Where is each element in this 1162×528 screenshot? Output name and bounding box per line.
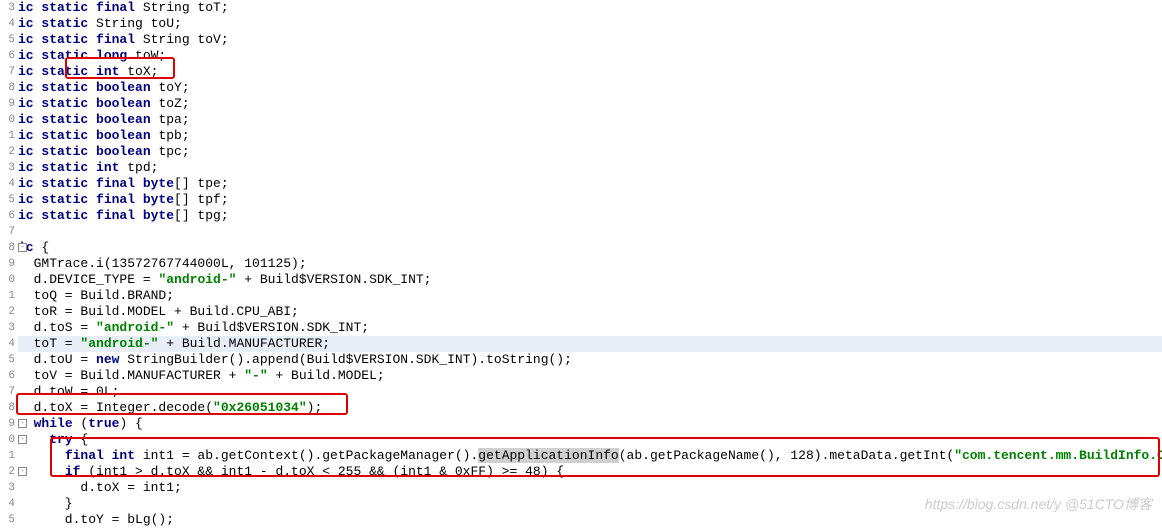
code-line[interactable]: d.toS = "android-" + Build$VERSION.SDK_I… bbox=[18, 320, 1162, 336]
line-gutter: 3456789012345678-90123456789-0-12-345 bbox=[0, 0, 18, 528]
code-line[interactable]: ic static long toW; bbox=[18, 48, 1162, 64]
code-line[interactable]: toV = Build.MANUFACTURER + "-" + Build.M… bbox=[18, 368, 1162, 384]
line-number: 4 bbox=[0, 496, 15, 512]
fold-toggle[interactable]: - bbox=[18, 419, 27, 428]
line-number: 9 bbox=[0, 96, 15, 112]
line-number: 5 bbox=[0, 192, 15, 208]
line-number: 0- bbox=[0, 432, 15, 448]
code-line[interactable]: ic static String toU; bbox=[18, 16, 1162, 32]
code-line[interactable]: ic static int toX; bbox=[18, 64, 1162, 80]
code-line[interactable]: ic static boolean tpc; bbox=[18, 144, 1162, 160]
line-number: 2 bbox=[0, 144, 15, 160]
line-number: 4 bbox=[0, 16, 15, 32]
code-line[interactable]: toR = Build.MODEL + Build.CPU_ABI; bbox=[18, 304, 1162, 320]
code-line[interactable]: final int int1 = ab.getContext().getPack… bbox=[18, 448, 1162, 464]
code-line[interactable]: GMTrace.i(13572767744000L, 101125); bbox=[18, 256, 1162, 272]
code-line[interactable]: d.toX = Integer.decode("0x26051034"); bbox=[18, 400, 1162, 416]
code-line[interactable]: while (true) { bbox=[18, 416, 1162, 432]
code-line[interactable]: ic static boolean toZ; bbox=[18, 96, 1162, 112]
fold-toggle[interactable]: - bbox=[18, 435, 27, 444]
line-number: 8- bbox=[0, 240, 15, 256]
code-line[interactable]: ic static boolean tpb; bbox=[18, 128, 1162, 144]
code-line[interactable]: d.toW = 0L; bbox=[18, 384, 1162, 400]
fold-toggle[interactable]: - bbox=[18, 243, 27, 252]
line-number: 6 bbox=[0, 48, 15, 64]
line-number: 6 bbox=[0, 368, 15, 384]
code-line[interactable]: try { bbox=[18, 432, 1162, 448]
line-number: 3 bbox=[0, 160, 15, 176]
code-line[interactable]: toT = "android-" + Build.MANUFACTURER; bbox=[18, 336, 1162, 352]
line-number: 3 bbox=[0, 480, 15, 496]
line-number: 9 bbox=[0, 256, 15, 272]
code-line[interactable]: ic static int tpd; bbox=[18, 160, 1162, 176]
line-number: 4 bbox=[0, 176, 15, 192]
fold-toggle[interactable]: - bbox=[18, 467, 27, 476]
line-number: 1 bbox=[0, 128, 15, 144]
code-line[interactable]: d.toU = new StringBuilder().append(Build… bbox=[18, 352, 1162, 368]
code-line[interactable]: if (int1 > d.toX && int1 - d.toX < 255 &… bbox=[18, 464, 1162, 480]
line-number: 1 bbox=[0, 288, 15, 304]
line-number: 3 bbox=[0, 0, 15, 16]
code-line[interactable] bbox=[18, 224, 1162, 240]
line-number: 4 bbox=[0, 336, 15, 352]
line-number: 7 bbox=[0, 384, 15, 400]
line-number: 5 bbox=[0, 32, 15, 48]
code-line[interactable]: ic static final byte[] tpg; bbox=[18, 208, 1162, 224]
code-line[interactable]: d.toY = bLg(); bbox=[18, 512, 1162, 528]
code-line[interactable]: ic { bbox=[18, 240, 1162, 256]
line-number: 7 bbox=[0, 224, 15, 240]
line-number: 0 bbox=[0, 112, 15, 128]
line-number: 0 bbox=[0, 272, 15, 288]
code-line[interactable]: toQ = Build.BRAND; bbox=[18, 288, 1162, 304]
code-area[interactable]: ic static final String toT;ic static Str… bbox=[18, 0, 1162, 528]
line-number: 5 bbox=[0, 352, 15, 368]
code-line[interactable]: ic static final byte[] tpe; bbox=[18, 176, 1162, 192]
watermark: https://blog.csdn.net/y @51CTO博客 bbox=[925, 494, 1152, 514]
line-number: 6 bbox=[0, 208, 15, 224]
line-number: 1 bbox=[0, 448, 15, 464]
line-number: 3 bbox=[0, 320, 15, 336]
line-number: 2- bbox=[0, 464, 15, 480]
line-number: 8 bbox=[0, 80, 15, 96]
line-number: 2 bbox=[0, 304, 15, 320]
code-line[interactable]: ic static final byte[] tpf; bbox=[18, 192, 1162, 208]
code-line[interactable]: ic static boolean tpa; bbox=[18, 112, 1162, 128]
line-number: 5 bbox=[0, 512, 15, 528]
line-number: 9- bbox=[0, 416, 15, 432]
code-line[interactable]: ic static final String toT; bbox=[18, 0, 1162, 16]
line-number: 7 bbox=[0, 64, 15, 80]
code-line[interactable]: d.DEVICE_TYPE = "android-" + Build$VERSI… bbox=[18, 272, 1162, 288]
code-line[interactable]: ic static boolean toY; bbox=[18, 80, 1162, 96]
code-editor[interactable]: 3456789012345678-90123456789-0-12-345 ic… bbox=[0, 0, 1162, 528]
code-line[interactable]: ic static final String toV; bbox=[18, 32, 1162, 48]
line-number: 8 bbox=[0, 400, 15, 416]
